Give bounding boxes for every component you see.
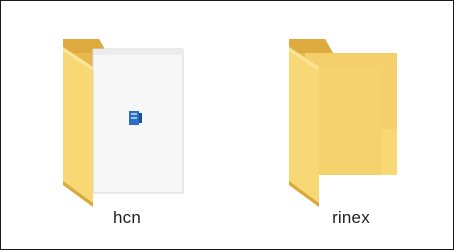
folder-item-rinex[interactable]: rinex [271,7,431,245]
folder-item-hcn[interactable]: hcn [47,7,207,245]
folder-name-label: rinex [332,208,370,227]
folder-icon [289,39,397,207]
file-explorer-content-view: hcn rinex [0,0,454,250]
folder-name-label: hcn [112,208,141,227]
folder-with-document-icon [63,39,184,207]
